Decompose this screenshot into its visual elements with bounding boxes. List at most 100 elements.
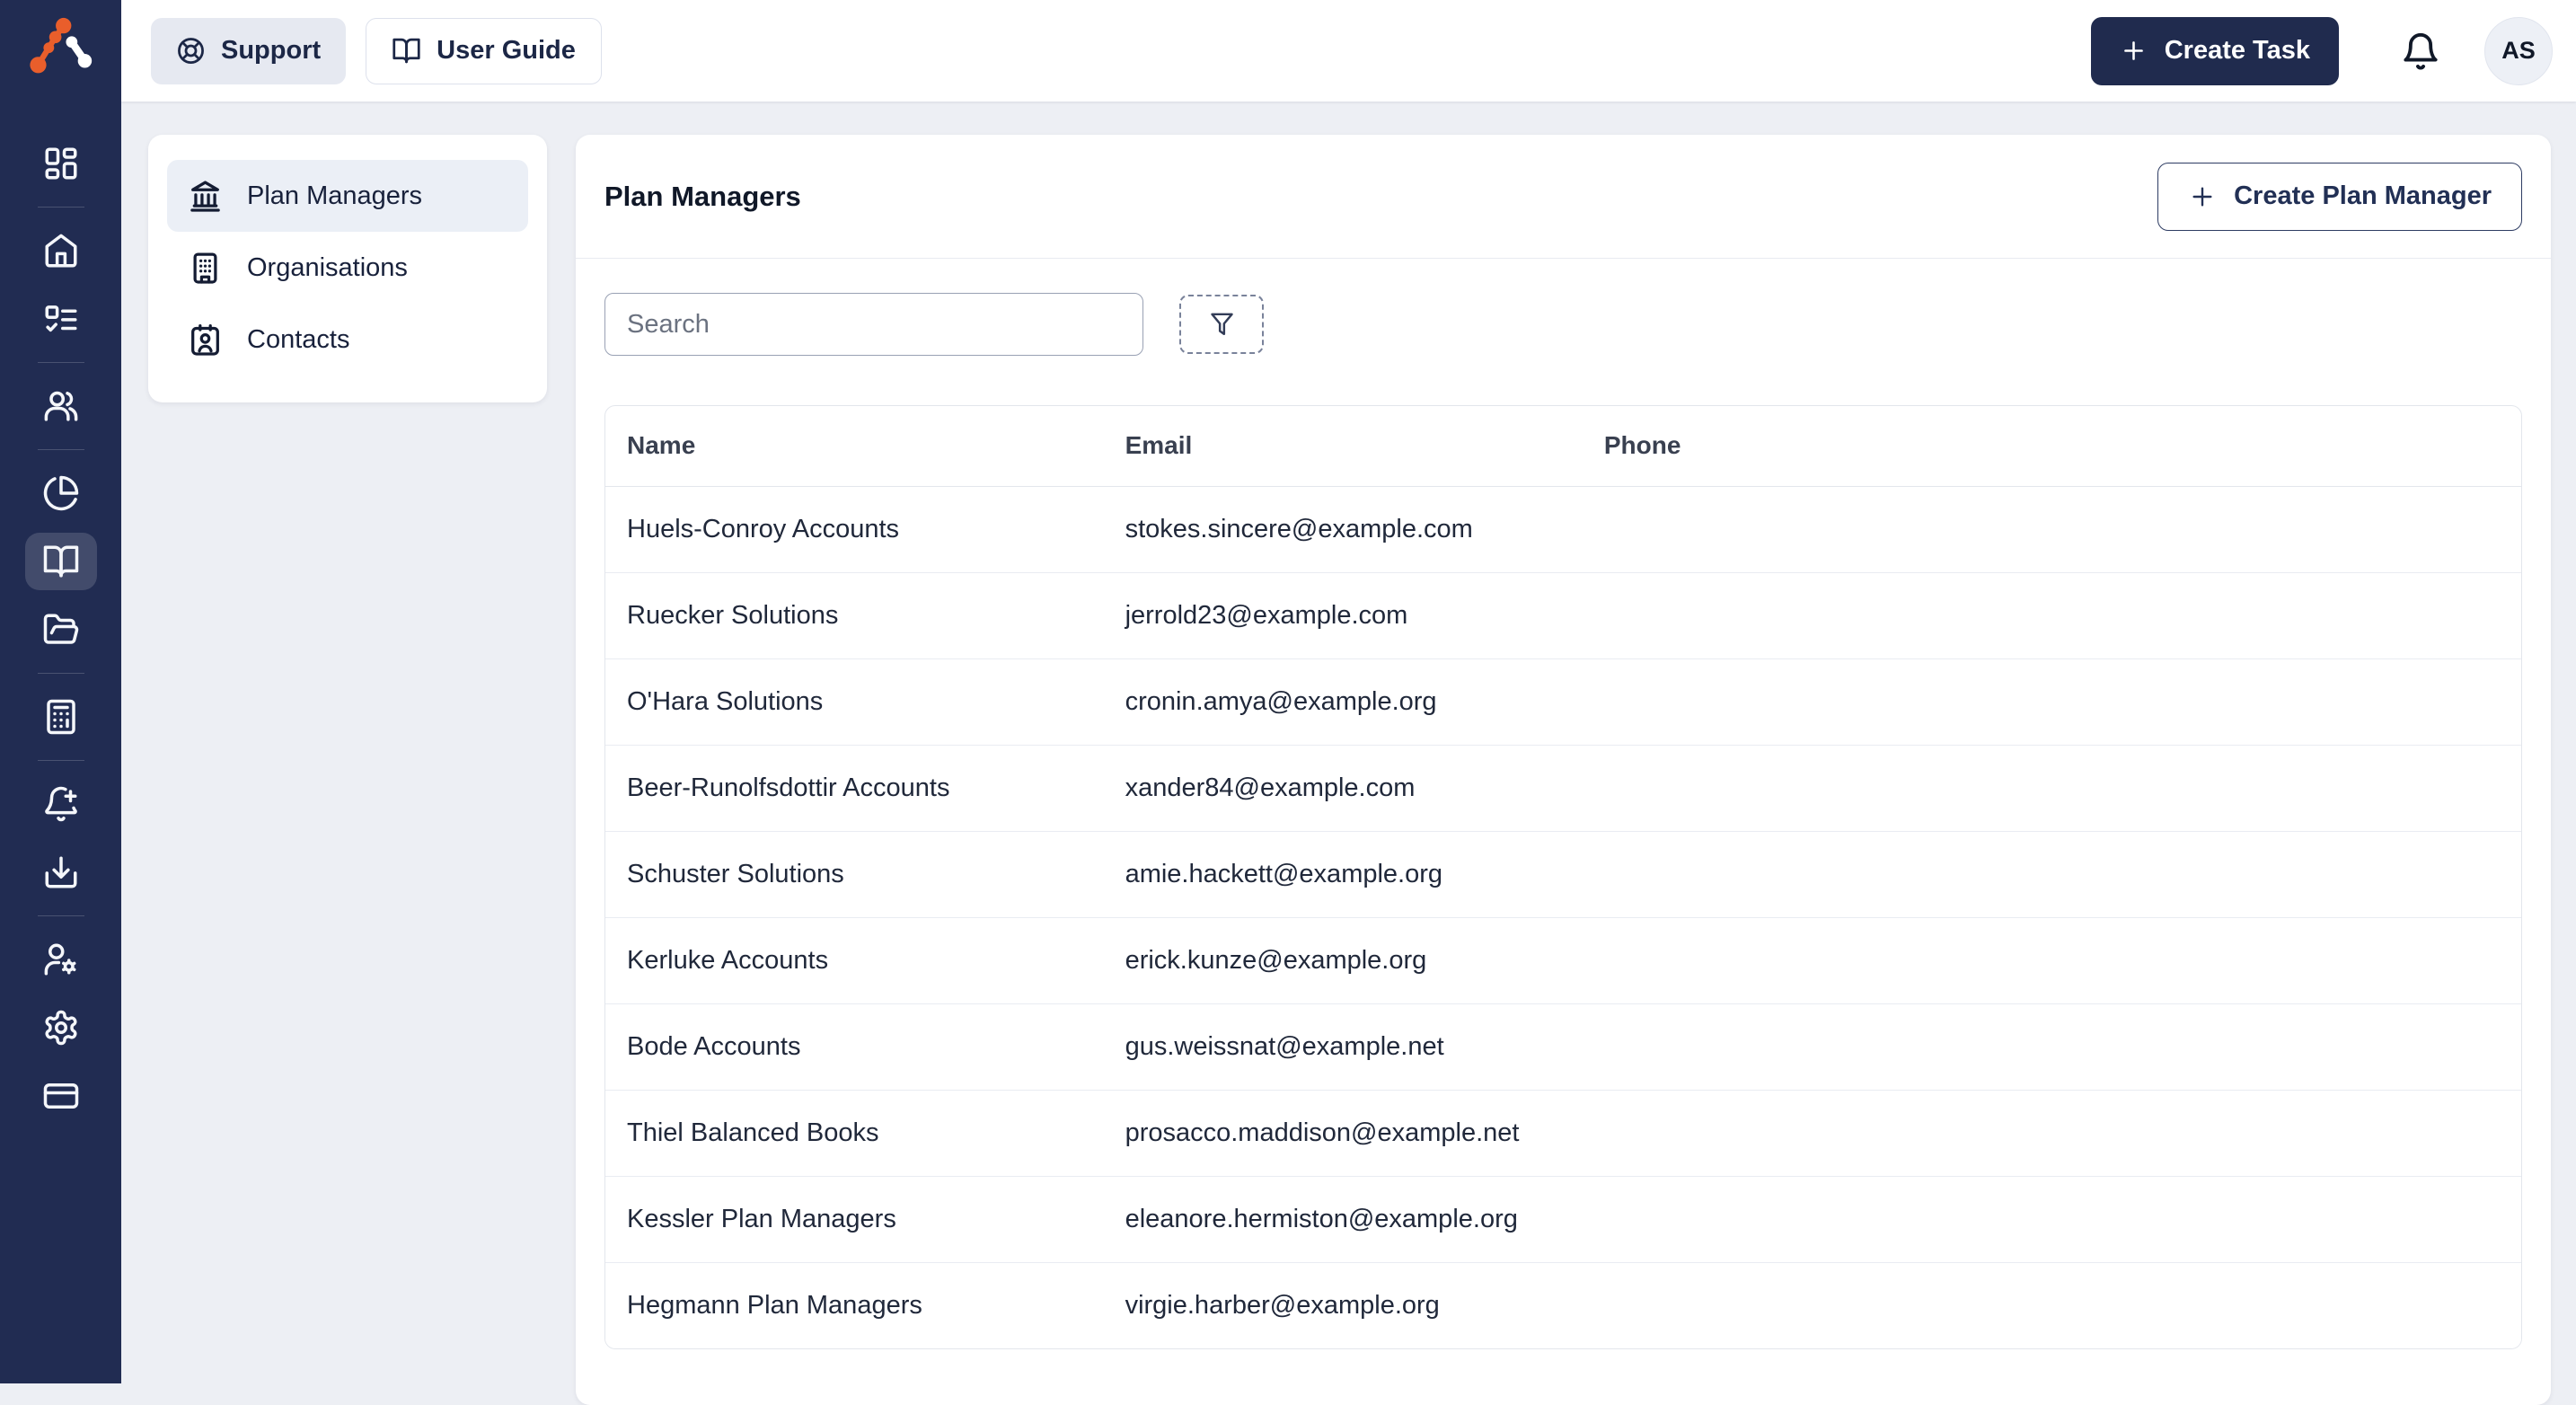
nav-divider xyxy=(38,449,84,450)
panel-header: Plan Managers Create Plan Manager xyxy=(576,135,2551,259)
table-row[interactable]: Kessler Plan Managers eleanore.hermiston… xyxy=(605,1176,2521,1262)
primary-icon-nav xyxy=(25,129,97,1130)
table-row[interactable]: Beer-Runolfsdottir Accounts xander84@exa… xyxy=(605,745,2521,831)
cell-name: Kessler Plan Managers xyxy=(605,1176,1104,1262)
table-row[interactable]: Schuster Solutions amie.hackett@example.… xyxy=(605,831,2521,917)
table-body: Huels-Conroy Accounts stokes.sincere@exa… xyxy=(605,486,2521,1348)
user-guide-button[interactable]: User Guide xyxy=(366,18,602,84)
folder-open-icon xyxy=(42,611,80,649)
cell-phone xyxy=(1583,917,2521,1003)
table-row[interactable]: O'Hara Solutions cronin.amya@example.org xyxy=(605,658,2521,745)
cell-phone xyxy=(1583,1003,2521,1090)
cell-email: erick.kunze@example.org xyxy=(1104,917,1583,1003)
support-label: Support xyxy=(221,36,321,66)
plus-icon xyxy=(2188,182,2217,211)
cell-name: Schuster Solutions xyxy=(605,831,1104,917)
table-header-row: Name Email Phone xyxy=(605,406,2521,486)
sidebar-item-plan-managers[interactable] xyxy=(25,533,97,590)
task-list-icon xyxy=(42,300,80,338)
filter-button[interactable] xyxy=(1179,295,1264,354)
sidebar-item-billing[interactable] xyxy=(25,1067,97,1125)
user-guide-label: User Guide xyxy=(437,36,576,66)
cell-name: Huels-Conroy Accounts xyxy=(605,486,1104,572)
cell-phone xyxy=(1583,658,2521,745)
plus-icon xyxy=(2120,37,2148,65)
user-avatar[interactable]: AS xyxy=(2484,17,2553,85)
table-row[interactable]: Ruecker Solutions jerrold23@example.com xyxy=(605,572,2521,658)
plan-managers-table: Name Email Phone Huels-Conroy Accounts s… xyxy=(604,405,2522,1349)
sidebar-item-notifications-add[interactable] xyxy=(25,775,97,833)
cell-name: O'Hara Solutions xyxy=(605,658,1104,745)
column-header-phone: Phone xyxy=(1583,406,2521,486)
filter-funnel-icon xyxy=(1207,310,1237,340)
cell-phone xyxy=(1583,745,2521,831)
table-row[interactable]: Thiel Balanced Books prosacco.maddison@e… xyxy=(605,1090,2521,1176)
create-task-button[interactable]: Create Task xyxy=(2091,17,2339,85)
bell-icon xyxy=(2400,31,2441,72)
avatar-initials: AS xyxy=(2501,37,2536,65)
credit-card-icon xyxy=(42,1077,80,1115)
sidebar-item-home[interactable] xyxy=(25,222,97,279)
nav-divider xyxy=(38,760,84,761)
subnav-label: Organisations xyxy=(247,253,408,283)
sidebar-item-tasks[interactable] xyxy=(25,290,97,348)
table-row[interactable]: Huels-Conroy Accounts stokes.sincere@exa… xyxy=(605,486,2521,572)
cell-name: Beer-Runolfsdottir Accounts xyxy=(605,745,1104,831)
book-open-icon xyxy=(42,543,80,580)
gear-icon xyxy=(42,1009,80,1047)
cell-email: cronin.amya@example.org xyxy=(1104,658,1583,745)
page-title: Plan Managers xyxy=(604,181,801,213)
subnav-label: Contacts xyxy=(247,325,349,355)
sidebar-item-settings[interactable] xyxy=(25,999,97,1056)
table-row[interactable]: Hegmann Plan Managers virgie.harber@exam… xyxy=(605,1262,2521,1348)
sidebar-item-dashboard[interactable] xyxy=(25,135,97,192)
plan-managers-panel: Plan Managers Create Plan Manager Name E… xyxy=(576,135,2551,1405)
logo-molecule-icon xyxy=(24,13,98,86)
subnav-item-contacts[interactable]: Contacts xyxy=(167,304,528,376)
cell-phone xyxy=(1583,572,2521,658)
cell-phone xyxy=(1583,1090,2521,1176)
cell-email: prosacco.maddison@example.net xyxy=(1104,1090,1583,1176)
sidebar-item-calculator[interactable] xyxy=(25,688,97,746)
nav-divider xyxy=(38,362,84,363)
cell-email: eleanore.hermiston@example.org xyxy=(1104,1176,1583,1262)
search-input[interactable] xyxy=(604,293,1143,356)
subnav-label: Plan Managers xyxy=(247,181,422,211)
cell-email: jerrold23@example.com xyxy=(1104,572,1583,658)
cell-phone xyxy=(1583,1176,2521,1262)
table-toolbar xyxy=(576,259,2551,356)
cell-name: Hegmann Plan Managers xyxy=(605,1262,1104,1348)
bell-plus-icon xyxy=(42,785,80,823)
sidebar-item-user-settings[interactable] xyxy=(25,931,97,988)
notifications-button[interactable] xyxy=(2395,25,2447,77)
contact-card-icon xyxy=(188,323,223,358)
cell-phone xyxy=(1583,831,2521,917)
sidebar-item-documents[interactable] xyxy=(25,601,97,658)
support-button[interactable]: Support xyxy=(151,18,346,84)
secondary-sidebar: Plan Managers Organisations Contacts xyxy=(148,135,547,402)
table-row[interactable]: Bode Accounts gus.weissnat@example.net xyxy=(605,1003,2521,1090)
app-logo xyxy=(24,13,98,86)
create-task-label: Create Task xyxy=(2165,36,2310,66)
cell-email: gus.weissnat@example.net xyxy=(1104,1003,1583,1090)
column-header-email: Email xyxy=(1104,406,1583,486)
sidebar-item-people[interactable] xyxy=(25,377,97,435)
dashboard-icon xyxy=(42,145,80,182)
table-row[interactable]: Kerluke Accounts erick.kunze@example.org xyxy=(605,917,2521,1003)
sidebar-item-reports[interactable] xyxy=(25,464,97,522)
cell-name: Thiel Balanced Books xyxy=(605,1090,1104,1176)
subnav-item-plan-managers[interactable]: Plan Managers xyxy=(167,160,528,232)
create-plan-manager-label: Create Plan Manager xyxy=(2234,181,2492,211)
home-icon xyxy=(42,232,80,270)
cell-email: virgie.harber@example.org xyxy=(1104,1262,1583,1348)
subnav-item-organisations[interactable]: Organisations xyxy=(167,232,528,304)
cell-phone xyxy=(1583,1262,2521,1348)
cell-phone xyxy=(1583,486,2521,572)
users-icon xyxy=(42,387,80,425)
user-cog-icon xyxy=(42,941,80,978)
cell-email: amie.hackett@example.org xyxy=(1104,831,1583,917)
topbar: Support User Guide Create Task AS xyxy=(121,0,2576,102)
create-plan-manager-button[interactable]: Create Plan Manager xyxy=(2157,163,2522,231)
sidebar-item-downloads[interactable] xyxy=(25,844,97,901)
cell-name: Kerluke Accounts xyxy=(605,917,1104,1003)
